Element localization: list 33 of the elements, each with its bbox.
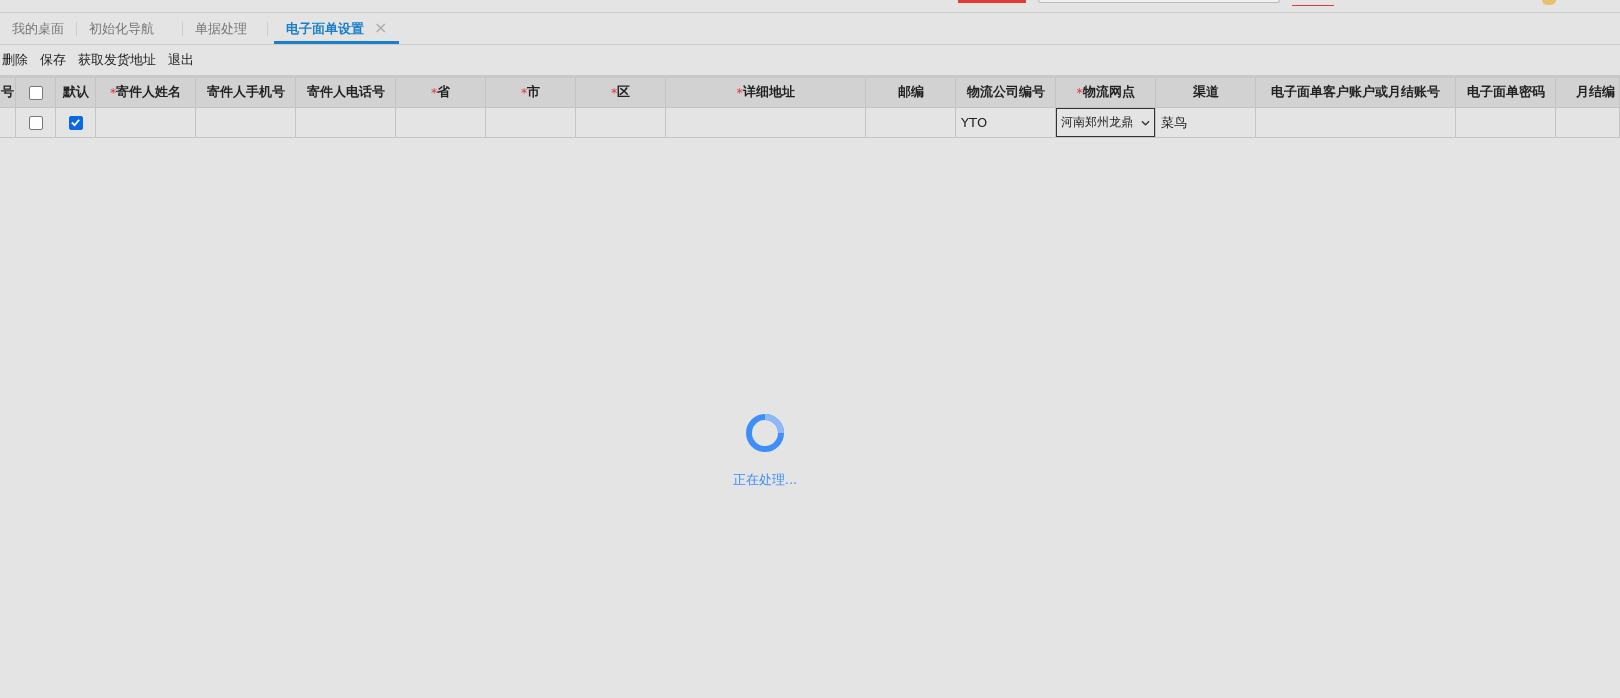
column-header: 寄件人电话号 — [296, 78, 396, 107]
column-header: *详细地址 — [666, 78, 866, 107]
search-field[interactable] — [1038, 0, 1280, 3]
column-header: 月结编 — [1556, 78, 1620, 107]
loading-text: 正在处理... — [732, 471, 798, 489]
dropdown[interactable]: 河南郑州龙鼎 — [1056, 108, 1155, 137]
tab[interactable]: 我的桌面 — [0, 13, 76, 44]
table-cell: 菜鸟 — [1156, 108, 1256, 137]
toolbar-button[interactable]: 保存 — [40, 51, 66, 69]
column-header: 物流公司编号 — [956, 78, 1056, 107]
spinner-icon — [745, 413, 785, 453]
column-header: 渠道 — [1156, 78, 1256, 107]
checkbox[interactable] — [68, 115, 83, 130]
column-header: *寄件人姓名 — [96, 78, 196, 107]
toolbar-button[interactable]: 获取发货地址 — [78, 51, 156, 69]
column-header: *物流网点 — [1056, 78, 1156, 107]
column-header: 号 — [0, 78, 16, 107]
checkbox[interactable] — [28, 85, 43, 100]
column-header: 寄件人手机号 — [196, 78, 296, 107]
chevron-icon — [1141, 119, 1150, 126]
column-header: *区 — [576, 78, 666, 107]
checkbox[interactable] — [28, 115, 43, 130]
toolbar-button[interactable]: 删除 — [2, 51, 28, 69]
column-header: 电子面单密码 — [1456, 78, 1556, 107]
header-strip — [958, 0, 1026, 3]
tab[interactable]: 初始化导航 — [77, 13, 166, 44]
column-header: 邮编 — [866, 78, 956, 107]
tab[interactable]: 单据处理 — [183, 13, 259, 44]
toolbar-button[interactable]: 退出 — [168, 51, 194, 69]
column-header: *省 — [396, 78, 486, 107]
column-header: *市 — [486, 78, 576, 107]
column-header: 默认 — [56, 78, 96, 107]
column-header: 电子面单客户账户或月结账号 — [1256, 78, 1456, 107]
